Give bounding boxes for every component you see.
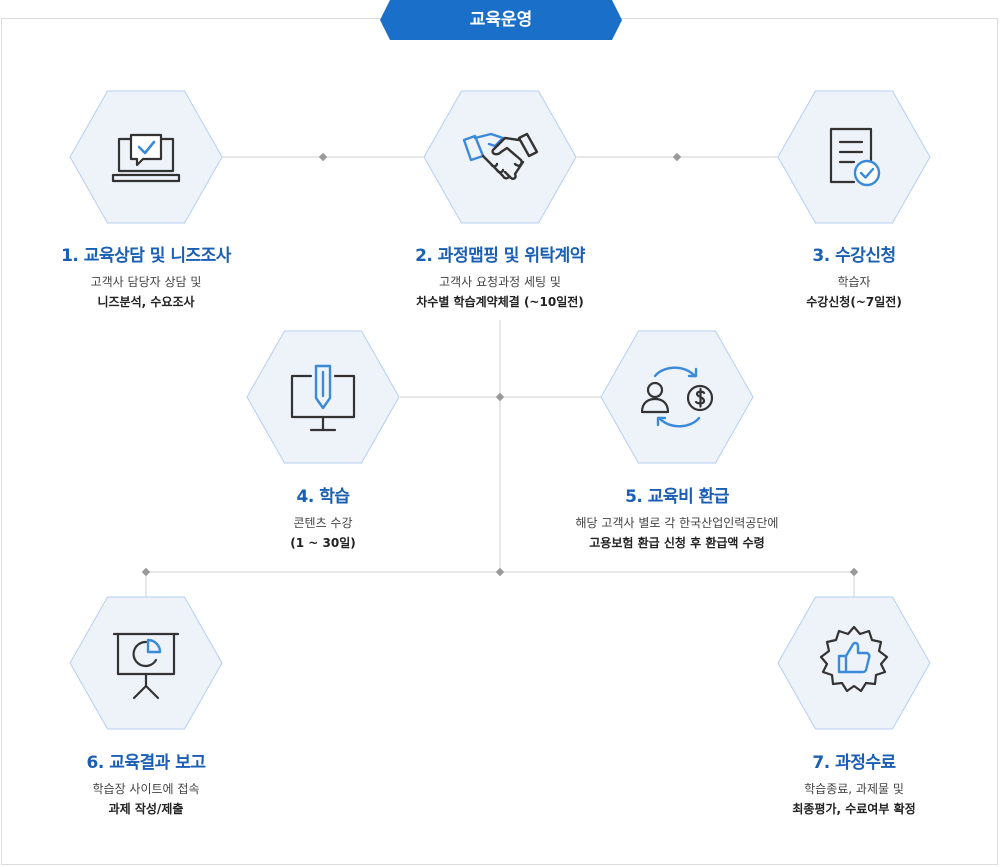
step-title: 7. 과정수료 bbox=[812, 753, 896, 773]
step-desc-line1: 콘텐츠 수강 bbox=[293, 516, 353, 530]
step-desc-line2: 수강신청(~7일전) bbox=[806, 295, 902, 309]
connector-dot bbox=[672, 152, 682, 162]
step-desc-line2: 고용보험 환급 신청 후 환급액 수령 bbox=[589, 536, 765, 550]
step-desc-line1: 고객사 담당자 상담 및 bbox=[90, 275, 202, 289]
laptop-chat-check-icon bbox=[111, 133, 181, 183]
step-desc-line1: 고객사 요청과정 세팅 및 bbox=[439, 275, 561, 289]
document-check-icon bbox=[829, 127, 881, 187]
step-desc-line2: 과제 작성/제출 bbox=[108, 802, 184, 816]
step-title: 2. 과정맵핑 및 위탁계약 bbox=[415, 246, 585, 266]
connector-dot bbox=[318, 152, 328, 162]
step-desc-line1: 해당 고객사 별로 각 한국산업인력공단에 bbox=[575, 516, 779, 530]
thumbs-up-badge-icon bbox=[819, 625, 889, 693]
step-desc-line2: 차수별 학습계약체결 (~10일전) bbox=[416, 295, 584, 309]
presentation-chart-icon bbox=[112, 632, 180, 700]
step-title: 4. 학습 bbox=[296, 487, 351, 507]
connector-dot bbox=[495, 392, 505, 402]
step-title: 5. 교육비 환급 bbox=[625, 487, 729, 507]
page-title: 교육운영 bbox=[469, 10, 533, 30]
step-title: 6. 교육결과 보고 bbox=[86, 753, 206, 773]
step-desc-line1: 학습자 bbox=[837, 275, 871, 289]
connector-dot bbox=[849, 567, 859, 577]
connector-dot bbox=[141, 567, 151, 577]
step-desc-line1: 학습종료, 과제물 및 bbox=[804, 782, 904, 796]
step-title: 1. 교육상담 및 니즈조사 bbox=[61, 246, 231, 266]
header-banner: 교육운영 bbox=[380, 0, 622, 40]
step-desc-line1: 학습장 사이트에 접속 bbox=[92, 782, 200, 796]
step-desc-line2: 최종평가, 수료여부 확정 bbox=[792, 802, 916, 816]
handshake-icon bbox=[462, 132, 539, 180]
step-desc-line2: 니즈분석, 수요조사 bbox=[97, 295, 195, 309]
monitor-pencil-icon bbox=[290, 364, 356, 432]
connector-dot bbox=[495, 567, 505, 577]
step-desc-line2: (1 ~ 30일) bbox=[290, 536, 356, 550]
refund-cycle-icon bbox=[640, 366, 714, 428]
step-title: 3. 수강신청 bbox=[812, 246, 896, 266]
